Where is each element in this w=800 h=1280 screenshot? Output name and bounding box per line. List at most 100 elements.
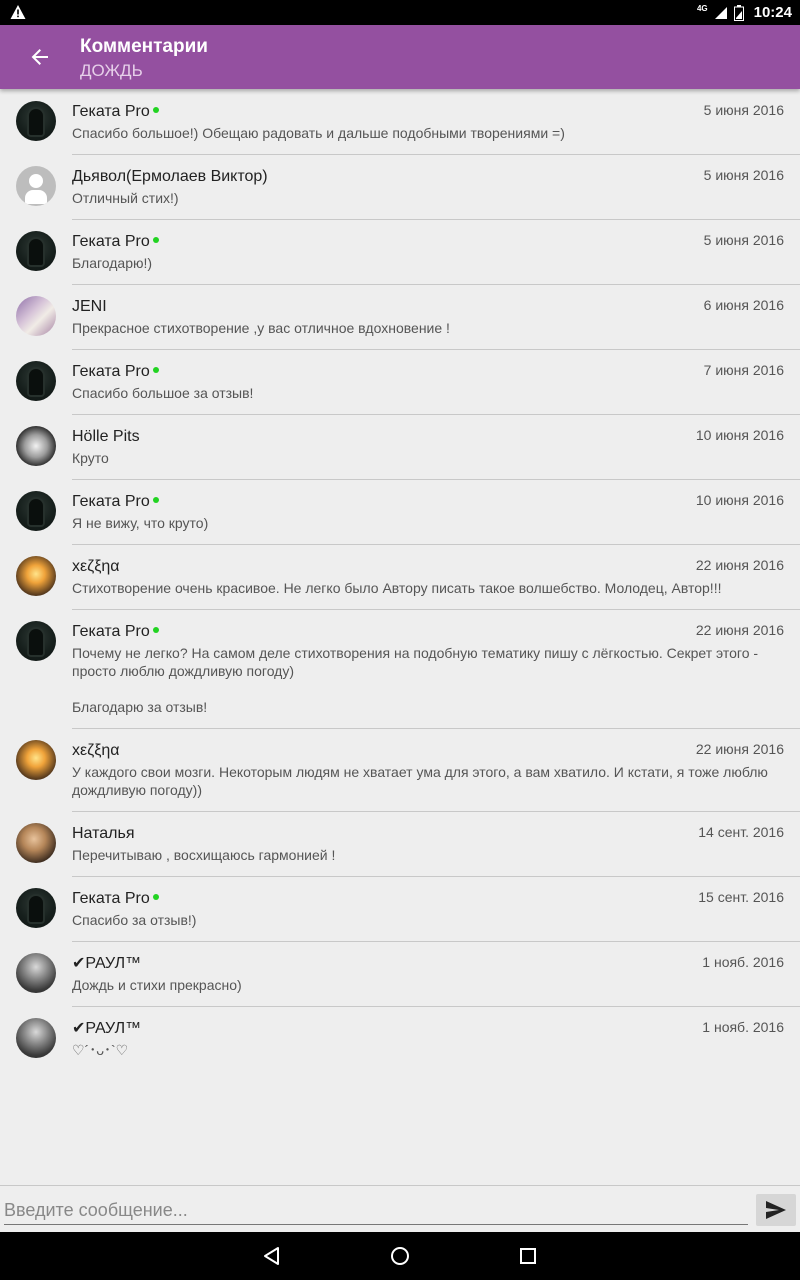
comment-date: 1 нояб. 2016	[702, 1019, 784, 1035]
comment-item[interactable]: ✔РАУЛ™ 1 нояб. 2016 Дождь и стихи прекрасн…	[0, 941, 800, 1006]
comment-date: 7 июня 2016	[703, 362, 784, 378]
comment-item[interactable]: Дьявол(Ермолаев Виктор) 5 июня 2016 Отличн…	[0, 154, 800, 219]
send-icon	[766, 1201, 786, 1219]
comment-item[interactable]: Наталья 14 сент. 2016 Перечитываю , восхищ…	[0, 811, 800, 876]
avatar[interactable]	[16, 101, 56, 141]
back-button[interactable]	[26, 43, 54, 71]
comment-list[interactable]: Геката Pro 5 июня 2016 Спасибо большое!) О…	[0, 89, 800, 1184]
comment-date: 22 июня 2016	[695, 622, 784, 638]
avatar[interactable]	[16, 166, 56, 206]
comment-text: Дождь и стихи прекрасно)	[72, 977, 242, 993]
avatar[interactable]	[16, 556, 56, 596]
avatar[interactable]	[16, 296, 56, 336]
comment-author[interactable]: ✔РАУЛ™	[72, 1018, 141, 1040]
comment-text: Отличный стих!)	[72, 190, 179, 206]
author-name: JENI	[72, 298, 107, 315]
comment-text: ♡´･ᴗ･`♡	[72, 1042, 129, 1058]
comment-author[interactable]: Наталья	[72, 823, 134, 845]
author-name: Наталья	[72, 825, 135, 842]
comment-text: Спасибо за отзыв!)	[72, 912, 197, 928]
nav-back-button[interactable]	[260, 1244, 284, 1268]
avatar[interactable]	[16, 621, 56, 661]
app-bar: Комментарии ДОЖДЬ	[0, 25, 800, 89]
comment-item[interactable]: Геката Pro 10 июня 2016 Я не вижу, что кру…	[0, 479, 800, 544]
author-name: Дьявол(Ермолаев Виктор)	[72, 168, 268, 185]
avatar[interactable]	[16, 426, 56, 466]
online-indicator-icon	[152, 107, 159, 113]
comment-author[interactable]: xεζξηα	[72, 556, 120, 578]
author-name: xεζξηα	[72, 742, 120, 759]
navigation-bar	[0, 1232, 800, 1280]
comment-author[interactable]: Hölle Pits	[72, 426, 140, 448]
comment-text: Спасибо большое за отзыв!	[72, 385, 254, 401]
avatar[interactable]	[16, 1018, 56, 1058]
online-indicator-icon	[152, 237, 159, 243]
comment-text: Перечитываю , восхищаюсь гармонией !	[72, 847, 336, 863]
comment-author[interactable]: xεζξηα	[72, 740, 120, 762]
comment-text: Стихотворение очень красивое. Не легко б…	[72, 580, 722, 596]
comment-author[interactable]: Геката Pro	[72, 231, 159, 253]
comment-text: Я не вижу, что круто)	[72, 515, 209, 531]
comment-author[interactable]: Геката Pro	[72, 361, 159, 383]
author-name: Геката Pro	[72, 890, 150, 907]
comment-date: 22 июня 2016	[695, 557, 784, 573]
comment-text: Благодарю!)	[72, 255, 153, 271]
comment-item[interactable]: Геката Pro 5 июня 2016 Благодарю!)	[0, 219, 800, 284]
avatar[interactable]	[16, 823, 56, 863]
comment-item[interactable]: Геката Pro 7 июня 2016 Спасибо большое за …	[0, 349, 800, 414]
nav-recents-button[interactable]	[516, 1244, 540, 1268]
triangle-back-icon	[264, 1247, 279, 1265]
comment-text: Прекрасное стихотворение ,у вас отличное…	[72, 320, 450, 336]
status-bar: 4G 10:24	[0, 0, 800, 25]
comment-item[interactable]: Геката Pro 15 сент. 2016 Спасибо за отзыв!…	[0, 876, 800, 941]
author-name: Hölle Pits	[72, 428, 140, 445]
comment-item[interactable]: xεζξηα 22 июня 2016 У каждого свои мозги. …	[0, 728, 800, 811]
comment-date: 6 июня 2016	[703, 297, 784, 313]
comment-item[interactable]: Hölle Pits 10 июня 2016 Круто	[0, 414, 800, 479]
comment-item[interactable]: Геката Pro 22 июня 2016 Почему не легко? Н…	[0, 609, 800, 728]
author-name: Геката Pro	[72, 233, 150, 250]
comment-date: 14 сент. 2016	[698, 824, 784, 840]
signal-icon	[714, 6, 727, 19]
avatar[interactable]	[16, 231, 56, 271]
comment-date: 10 июня 2016	[695, 492, 784, 508]
comment-text: У каждого свои мозги. Некоторым людям не…	[72, 764, 768, 798]
comment-item[interactable]: Геката Pro 5 июня 2016 Спасибо большое!) О…	[0, 89, 800, 154]
online-indicator-icon	[152, 894, 159, 900]
avatar[interactable]	[16, 491, 56, 531]
avatar[interactable]	[16, 740, 56, 780]
comment-text: Круто	[72, 450, 109, 466]
online-indicator-icon	[152, 367, 159, 373]
avatar[interactable]	[16, 888, 56, 928]
square-recents-icon	[520, 1248, 536, 1264]
warning-icon	[10, 5, 26, 19]
author-name: ✔РАУЛ™	[72, 1020, 142, 1037]
comment-item[interactable]: JENI 6 июня 2016 Прекрасное стихотворение …	[0, 284, 800, 349]
comment-author[interactable]: Геката Pro	[72, 888, 159, 910]
avatar[interactable]	[16, 953, 56, 993]
comment-date: 5 июня 2016	[703, 102, 784, 118]
author-name: Геката Pro	[72, 103, 150, 120]
nav-home-button[interactable]	[388, 1244, 412, 1268]
comment-author[interactable]: Геката Pro	[72, 101, 159, 123]
comment-item[interactable]: ✔РАУЛ™ 1 нояб. 2016 ♡´･ᴗ･`♡	[0, 1006, 800, 1071]
comment-author[interactable]: ✔РАУЛ™	[72, 953, 141, 975]
battery-icon	[733, 4, 744, 21]
comment-item[interactable]: xεζξηα 22 июня 2016 Стихотворение очень кр…	[0, 544, 800, 609]
comment-author[interactable]: JENI	[72, 296, 107, 318]
arrow-back-icon	[31, 49, 48, 65]
comment-text: Спасибо большое!) Обещаю радовать и даль…	[72, 125, 565, 141]
message-input[interactable]	[4, 1197, 748, 1225]
author-name: Геката Pro	[72, 623, 150, 640]
circle-home-icon	[391, 1247, 409, 1265]
online-indicator-icon	[152, 627, 159, 633]
online-indicator-icon	[152, 497, 159, 503]
avatar[interactable]	[16, 361, 56, 401]
comment-date: 22 июня 2016	[695, 741, 784, 757]
comment-author[interactable]: Дьявол(Ермолаев Виктор)	[72, 166, 268, 188]
comment-author[interactable]: Геката Pro	[72, 491, 159, 513]
comment-date: 5 июня 2016	[703, 232, 784, 248]
comment-author[interactable]: Геката Pro	[72, 621, 159, 643]
send-button[interactable]	[756, 1194, 796, 1226]
author-name: Геката Pro	[72, 363, 150, 380]
